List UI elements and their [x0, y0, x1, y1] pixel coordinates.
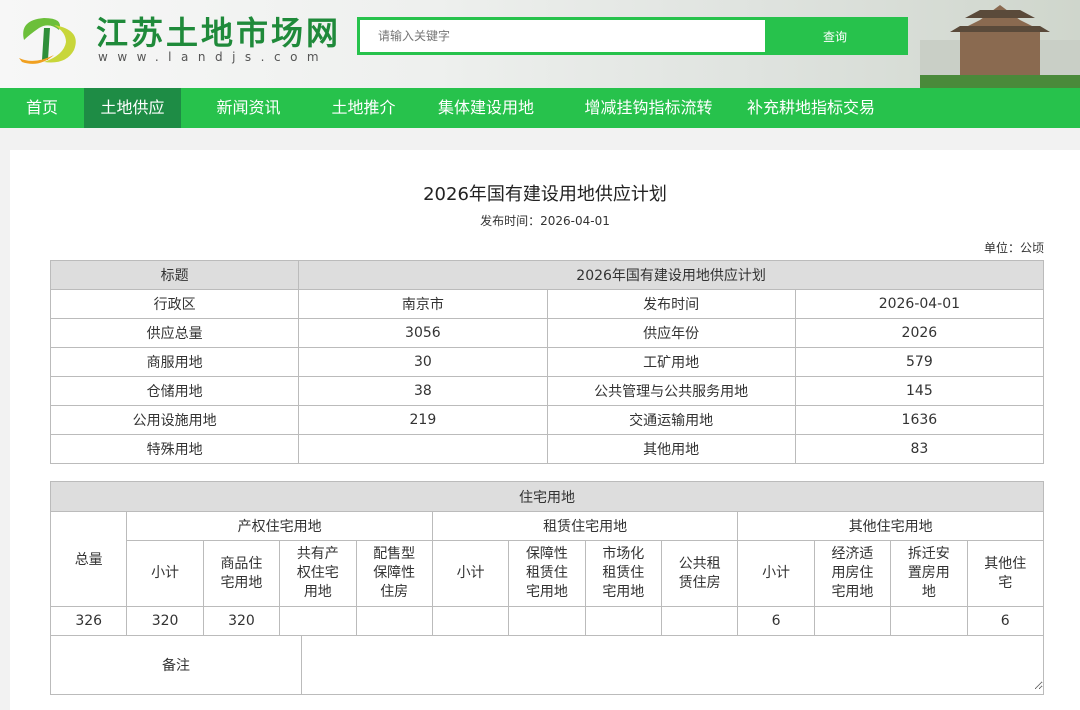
cell: 6: [966, 606, 1044, 636]
cell: 商服用地: [49, 347, 300, 377]
content-panel: 2026年国有建设用地供应计划 发布时间：2026-04-01 单位：公顷 标题…: [10, 150, 1080, 710]
column-header: 经济适用房住宅用地: [813, 540, 892, 607]
cell: [813, 606, 892, 636]
publish-date: 发布时间：2026-04-01: [480, 214, 610, 228]
cell: 特殊用地: [49, 434, 300, 464]
table-row: 供应总量 3056 供应年份 2026: [49, 318, 1045, 348]
cell: 320: [202, 606, 281, 636]
nav-land-promotion[interactable]: 土地推介: [316, 88, 411, 128]
cell: [431, 606, 510, 636]
cell: 仓储用地: [49, 376, 300, 406]
cell: 3056: [298, 318, 548, 348]
site-name[interactable]: 江苏土地市场网: [96, 8, 341, 54]
nav-news[interactable]: 新闻资讯: [181, 88, 316, 128]
cell: 579: [794, 347, 1045, 377]
cell: 83: [794, 434, 1045, 464]
column-header: 市场化租赁住宅用地: [584, 540, 663, 607]
nav-farmland-quota[interactable]: 补充耕地指标交易: [736, 88, 886, 128]
search-bar: 查询: [357, 17, 908, 55]
cell: 219: [298, 405, 548, 435]
column-header: 拆迁安置房用地: [890, 540, 968, 607]
cell: 备注: [50, 635, 302, 695]
column-header: 商品住宅用地: [202, 540, 281, 607]
page-title: 2026年国有建设用地供应计划: [423, 184, 667, 205]
table-row: 仓储用地 38 公共管理与公共服务用地 145: [49, 376, 1045, 406]
unit-label: 单位：公顷: [983, 241, 1044, 255]
logo-icon: [19, 18, 76, 64]
cell: 标题: [49, 260, 300, 290]
cell: 其他用地: [546, 434, 796, 464]
column-header: 公共租赁住房: [660, 540, 739, 607]
cell: [584, 606, 663, 636]
column-header: 配售型保障性住房: [355, 540, 433, 607]
cell: 交通运输用地: [546, 405, 796, 435]
table-row: 行政区 南京市 发布时间 2026-04-01: [49, 289, 1045, 319]
cell: 30: [298, 347, 548, 377]
residential-table: 住宅用地 总量 产权住宅用地 租赁住宅用地 其他住宅用地 小计 商品住宅用地 共有产…: [49, 481, 1044, 636]
cell: 2026: [794, 318, 1045, 348]
column-header: 共有产权住宅用地: [279, 540, 357, 607]
cell: [890, 606, 968, 636]
table-row: 公用设施用地 219 交通运输用地 1636: [49, 405, 1045, 435]
cell: 公共管理与公共服务用地: [546, 376, 796, 406]
cell: 1636: [794, 405, 1045, 435]
main-nav: 首页 土地供应 新闻资讯 土地推介 集体建设用地 增减挂钩指标流转 补充耕地指标…: [0, 88, 1080, 128]
cell: [279, 606, 357, 636]
cell: [301, 635, 1044, 695]
cell: [660, 606, 739, 636]
cell: [508, 606, 586, 636]
cell: 行政区: [49, 289, 300, 319]
cell: 320: [126, 606, 204, 636]
header: 江苏土地市场网 www.landjs.com 查询: [0, 0, 1080, 88]
cell: 2026年国有建设用地供应计划: [298, 260, 1044, 290]
search-input[interactable]: [360, 20, 765, 52]
cell: 产权住宅用地: [126, 511, 433, 541]
cell: 145: [794, 376, 1045, 406]
cell: 38: [298, 376, 548, 406]
nav-home[interactable]: 首页: [0, 88, 84, 128]
cell: 南京市: [298, 289, 548, 319]
cell: 发布时间: [546, 289, 796, 319]
cell: 住宅用地: [50, 481, 1044, 512]
notes-table: 备注: [50, 635, 1044, 695]
nav-land-supply[interactable]: 土地供应: [84, 88, 181, 128]
cell: 供应总量: [49, 318, 300, 348]
column-header: 小计: [737, 540, 815, 607]
cell: 租赁住宅用地: [431, 511, 739, 541]
column-header: 小计: [126, 540, 204, 607]
table-row: 标题 2026年国有建设用地供应计划: [49, 260, 1044, 290]
cell: 6: [737, 606, 815, 636]
cell: 2026-04-01: [794, 289, 1045, 319]
table-row: 特殊用地 其他用地 83: [49, 434, 1045, 464]
pavilion-image: [920, 5, 1080, 88]
notes-textarea[interactable]: [302, 636, 1043, 690]
cell: [355, 606, 433, 636]
nav-linked-quota[interactable]: 增减挂钩指标流转: [561, 88, 736, 128]
cell: 公用设施用地: [49, 405, 300, 435]
cell: 总量: [49, 511, 128, 607]
nav-collective-land[interactable]: 集体建设用地: [411, 88, 561, 128]
cell: 326: [49, 606, 128, 636]
column-header: 其他住宅: [966, 540, 1044, 607]
search-button[interactable]: 查询: [765, 20, 905, 52]
column-header: 保障性租赁住宅用地: [508, 540, 586, 607]
cell: 供应年份: [546, 318, 796, 348]
summary-table: 标题 2026年国有建设用地供应计划 行政区 南京市 发布时间 2026-04-01 供…: [49, 260, 1045, 464]
table-row: 商服用地 30 工矿用地 579: [49, 347, 1045, 377]
column-header: 小计: [431, 540, 510, 607]
cell: 工矿用地: [546, 347, 796, 377]
site-url: www.landjs.com: [98, 50, 329, 64]
cell: 其他住宅用地: [737, 511, 1044, 541]
cell: [298, 434, 548, 464]
